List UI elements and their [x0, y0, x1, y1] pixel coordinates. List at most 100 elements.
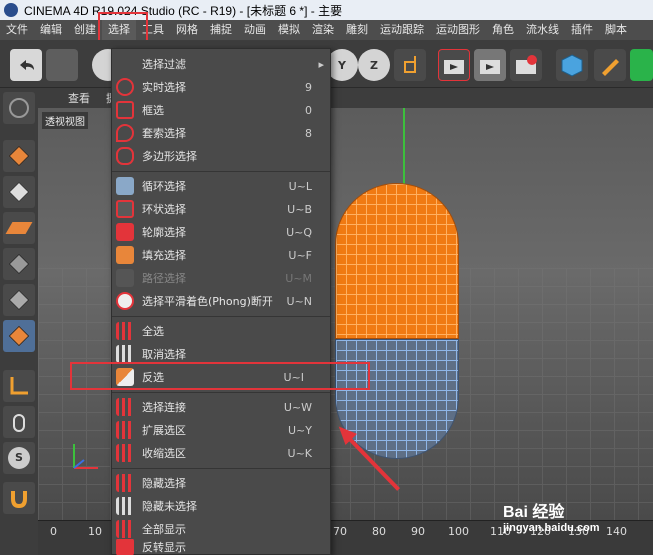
- menu-character[interactable]: 角色: [486, 20, 520, 40]
- menu-item-outline-selection[interactable]: 轮廓选择 U~Q: [112, 221, 330, 243]
- timeline-tick: 140: [606, 525, 627, 538]
- render-to-picture-viewer-button[interactable]: [474, 49, 506, 81]
- menu-plugins[interactable]: 插件: [565, 20, 599, 40]
- menu-render[interactable]: 渲染: [306, 20, 340, 40]
- menu-script[interactable]: 脚本: [599, 20, 633, 40]
- cube-icon: [8, 145, 30, 167]
- model-mode-button[interactable]: [3, 140, 35, 172]
- gear-icon: [516, 55, 537, 74]
- cube-object-button[interactable]: [556, 49, 588, 81]
- snap-button[interactable]: S: [3, 442, 35, 474]
- menu-separator: [112, 171, 330, 172]
- pen-spline-button[interactable]: [594, 49, 626, 81]
- select-dropdown-menu: 选择过滤 ▸ 实时选择 9 框选 0 套索选择 8 多边形选择 循环选择 U~L…: [111, 48, 331, 555]
- menu-pipeline[interactable]: 流水线: [520, 20, 565, 40]
- z-axis-lock-button[interactable]: Z: [358, 49, 390, 81]
- render-view-button[interactable]: [438, 49, 470, 81]
- menu-item-shortcut: U~Q: [286, 225, 312, 239]
- watermark-url: jingyan.baidu.com: [503, 522, 600, 534]
- menu-simulate[interactable]: 模拟: [272, 20, 306, 40]
- magnet-icon: [11, 491, 27, 509]
- timeline-tick: 90: [411, 525, 425, 538]
- make-editable-icon: [9, 98, 29, 118]
- menu-item-invert-visibility[interactable]: 反转显示: [112, 539, 330, 555]
- lasso-selection-icon: [116, 124, 134, 142]
- menu-mesh[interactable]: 网格: [170, 20, 204, 40]
- menu-item-label: 选择连接: [142, 401, 186, 414]
- viewport-tab-view[interactable]: 查看: [60, 90, 98, 106]
- menu-motion-tracking[interactable]: 运动跟踪: [374, 20, 430, 40]
- tweak-mode-button[interactable]: [3, 406, 35, 438]
- menu-item-label: 框选: [142, 104, 164, 117]
- menu-item-shrink-selection[interactable]: 收缩选区 U~K: [112, 442, 330, 464]
- menu-snap[interactable]: 捕捉: [204, 20, 238, 40]
- menu-item-label: 路径选择: [142, 272, 186, 285]
- menu-item-shortcut: U~W: [283, 400, 312, 414]
- undo-button[interactable]: [10, 49, 42, 81]
- menu-create[interactable]: 创建: [68, 20, 102, 40]
- menu-item-lasso-selection[interactable]: 套索选择 8: [112, 122, 330, 144]
- snap-icon: S: [8, 447, 30, 469]
- live-selection-icon: [116, 78, 134, 96]
- texture-mode-button[interactable]: [3, 176, 35, 208]
- magnet-button[interactable]: [3, 482, 35, 514]
- menu-item-hide-unselected[interactable]: 隐藏未选择: [112, 495, 330, 517]
- menu-item-label: 轮廓选择: [142, 226, 186, 239]
- hide-unselected-icon: [116, 497, 134, 515]
- menu-separator: [112, 392, 330, 393]
- menu-item-unhide-all[interactable]: 全部显示: [112, 518, 330, 540]
- menu-item-polygon-selection[interactable]: 多边形选择: [112, 145, 330, 167]
- subdivision-button[interactable]: [630, 49, 653, 81]
- polygons-mode-button[interactable]: [3, 320, 35, 352]
- watermark-logo-text: Bai 经验: [503, 504, 565, 521]
- menu-item-shortcut: U~N: [286, 294, 313, 308]
- coordinate-system-button[interactable]: [394, 49, 426, 81]
- menu-animate[interactable]: 动画: [238, 20, 272, 40]
- menu-item-loop-selection[interactable]: 循环选择 U~L: [112, 175, 330, 197]
- menu-separator: [112, 316, 330, 317]
- hide-selected-icon: [116, 474, 134, 492]
- menu-item-select-connected[interactable]: 选择连接 U~W: [112, 396, 330, 418]
- menu-item-shortcut: U~Y: [288, 423, 312, 437]
- cube-icon: [561, 54, 583, 77]
- menu-edit[interactable]: 编辑: [34, 20, 68, 40]
- timeline-tick: 80: [372, 525, 386, 538]
- menu-file[interactable]: 文件: [0, 20, 34, 40]
- redo-button[interactable]: [46, 49, 78, 81]
- timeline-tick: 10: [88, 525, 102, 538]
- path-selection-icon: [116, 269, 134, 287]
- checker-cube-icon: [8, 181, 30, 203]
- workplane-mode-button[interactable]: [3, 212, 35, 244]
- menu-item-ring-selection[interactable]: 环状选择 U~B: [112, 198, 330, 220]
- menu-item-label: 隐藏未选择: [142, 500, 197, 513]
- menu-item-shortcut: 8: [305, 126, 312, 140]
- menu-item-fill-selection[interactable]: 填充选择 U~F: [112, 244, 330, 266]
- menu-item-hide-selected[interactable]: 隐藏选择: [112, 472, 330, 494]
- timeline-tick: 70: [333, 525, 347, 538]
- menu-item-live-selection[interactable]: 实时选择 9: [112, 76, 330, 98]
- menu-item-shortcut: U~K: [287, 446, 312, 460]
- outline-selection-icon: [116, 223, 134, 241]
- render-settings-button[interactable]: [510, 49, 542, 81]
- menu-mograph[interactable]: 运动图形: [430, 20, 486, 40]
- grow-selection-icon: [116, 421, 134, 439]
- menu-separator: [112, 468, 330, 469]
- enable-axis-button[interactable]: [3, 370, 35, 402]
- menu-item-select-all[interactable]: 全选: [112, 320, 330, 342]
- menu-item-shortcut: U~L: [288, 179, 312, 193]
- menu-item-phong-break-selection[interactable]: 选择平滑着色(Phong)断开 U~N: [112, 290, 330, 312]
- menu-item-rectangle-selection[interactable]: 框选 0: [112, 99, 330, 121]
- menu-item-selection-filter[interactable]: 选择过滤 ▸: [112, 53, 330, 75]
- select-all-icon: [116, 322, 134, 340]
- edges-mode-button[interactable]: [3, 284, 35, 316]
- menu-item-grow-selection[interactable]: 扩展选区 U~Y: [112, 419, 330, 441]
- fill-selection-icon: [116, 246, 134, 264]
- make-editable-button[interactable]: [3, 92, 35, 124]
- view-label: 透视视图: [42, 112, 88, 129]
- menu-item-label: 选择平滑着色(Phong)断开: [142, 295, 273, 308]
- capsule-selected-polygons[interactable]: [335, 183, 459, 339]
- points-mode-button[interactable]: [3, 248, 35, 280]
- menu-item-shortcut: U~B: [287, 202, 312, 216]
- mouse-icon: [13, 414, 25, 432]
- menu-sculpt[interactable]: 雕刻: [340, 20, 374, 40]
